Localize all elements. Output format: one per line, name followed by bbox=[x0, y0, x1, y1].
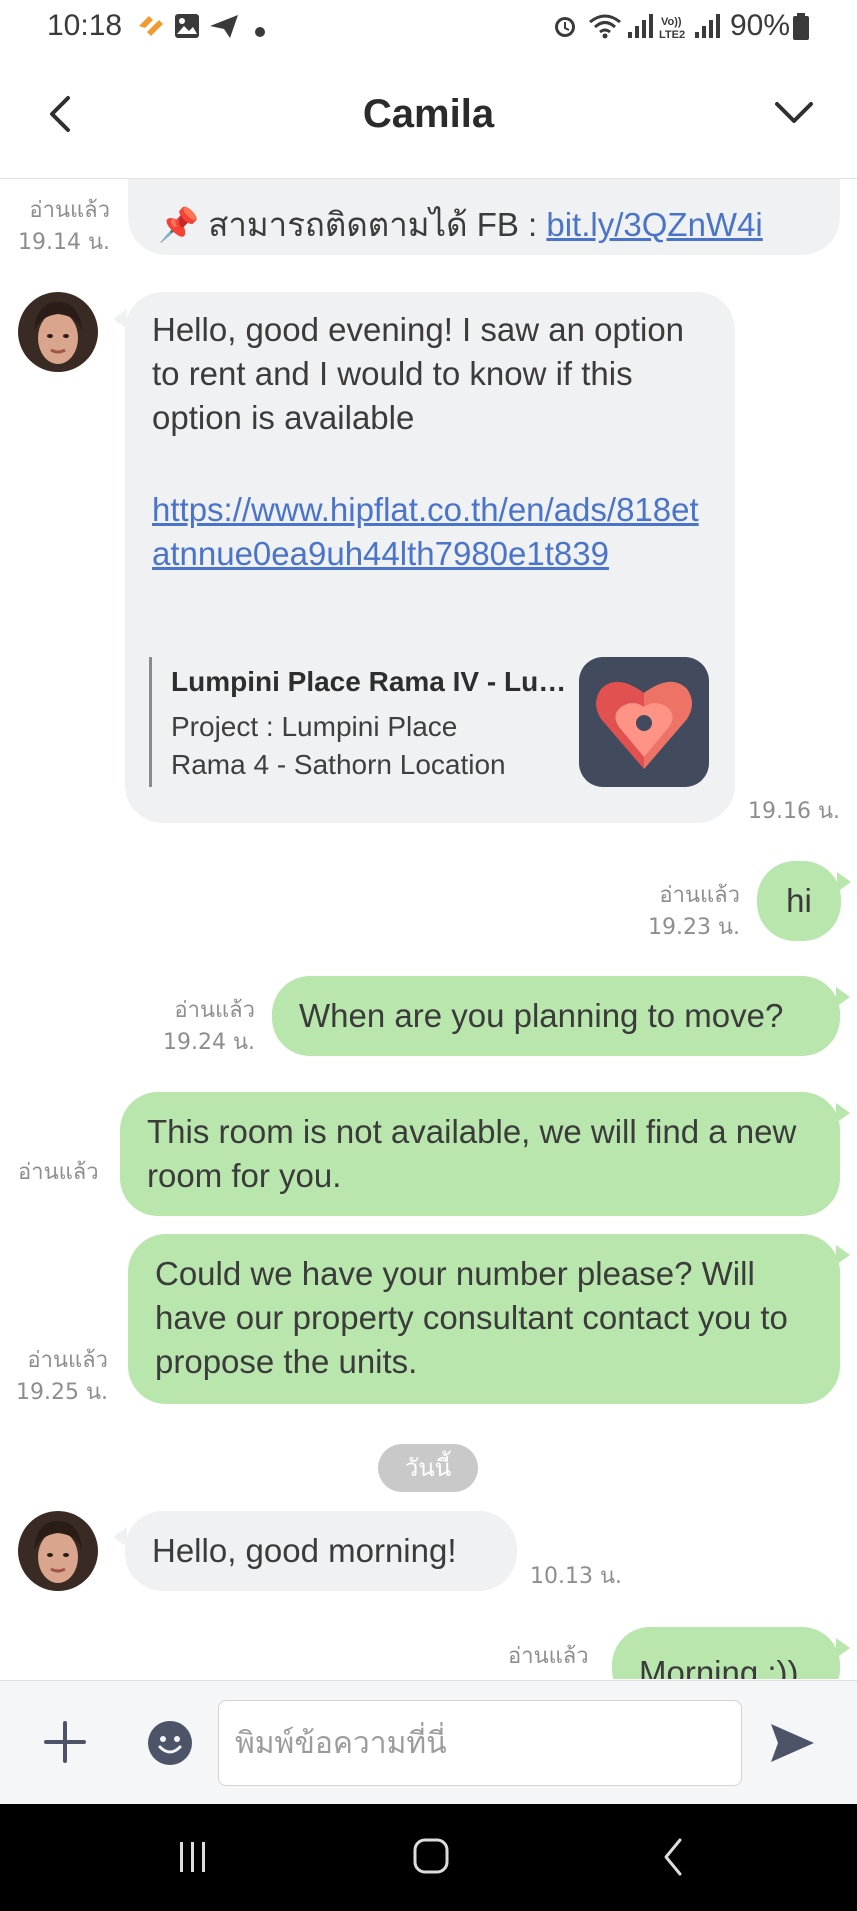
svg-text:LTE2: LTE2 bbox=[659, 29, 685, 40]
recents-icon bbox=[180, 1842, 205, 1872]
signal-2-icon bbox=[694, 12, 720, 44]
system-back-button[interactable] bbox=[644, 1832, 704, 1882]
message-text: hi bbox=[786, 882, 812, 919]
avatar[interactable] bbox=[18, 1511, 98, 1591]
wifi-icon bbox=[588, 12, 622, 44]
message-bubble[interactable]: Could we have your number please? Will h… bbox=[128, 1234, 840, 1404]
message-text: Could we have your number please? Will h… bbox=[155, 1255, 788, 1380]
read-receipt: อ่านแล้ว 19.23 น. bbox=[620, 880, 740, 944]
send-icon bbox=[771, 1724, 814, 1762]
preview-description: Project : Lumpini Place Rama 4 - Sathorn… bbox=[171, 711, 506, 780]
message-input[interactable] bbox=[218, 1700, 742, 1786]
bubble-tail bbox=[836, 1638, 850, 1658]
chat-header: Camila bbox=[0, 56, 857, 179]
message-bubble[interactable]: hi bbox=[757, 861, 841, 941]
message-bubble[interactable]: This room is not available, we will find… bbox=[120, 1092, 840, 1216]
battery-icon bbox=[792, 13, 810, 45]
emoji-button[interactable] bbox=[147, 1720, 193, 1766]
emoji-icon bbox=[148, 1721, 192, 1765]
chat-menu-button[interactable] bbox=[771, 92, 817, 136]
read-receipt: อ่านแล้ว 19.24 น. bbox=[140, 995, 255, 1059]
read-receipt: อ่านแล้ว 19.25 น. bbox=[0, 1345, 108, 1409]
svg-text:Vo)): Vo)) bbox=[661, 16, 682, 28]
chat-messages[interactable]: 📌 สามารถติดตามได้ FB : bit.ly/3QZnW4i อ่… bbox=[0, 179, 857, 1679]
plus-icon bbox=[44, 1721, 86, 1763]
status-bar: 10:18 Vo)) LTE2 90% bbox=[0, 0, 857, 56]
gallery-icon bbox=[173, 12, 201, 44]
bubble-tail bbox=[836, 987, 850, 1007]
message-text: Hello, good evening! I saw an option to … bbox=[152, 311, 685, 436]
message-time: 19.25 น. bbox=[15, 1380, 108, 1405]
alarm-icon bbox=[551, 12, 579, 44]
read-receipt: อ่านแล้ว bbox=[18, 1160, 99, 1185]
read-receipt: อ่านแล้ว 19.14 น. bbox=[0, 195, 110, 259]
preview-divider bbox=[149, 657, 152, 787]
message-time: 19.24 น. bbox=[162, 1030, 255, 1055]
chevron-down-icon bbox=[775, 102, 813, 123]
recents-button[interactable] bbox=[162, 1832, 222, 1882]
volte-icon: Vo)) LTE2 bbox=[659, 14, 691, 44]
back-arrow-icon bbox=[664, 1838, 682, 1876]
bubble-tail bbox=[836, 1103, 850, 1123]
dot-icon bbox=[255, 22, 265, 41]
message-link[interactable]: bit.ly/3QZnW4i bbox=[546, 206, 762, 243]
avatar[interactable] bbox=[18, 292, 98, 372]
battery-level: 90% bbox=[730, 9, 791, 42]
page-title: Camila bbox=[362, 92, 495, 136]
add-attachment-button[interactable] bbox=[44, 1721, 86, 1763]
message-text: This room is not available, we will find… bbox=[147, 1113, 797, 1194]
send-button[interactable] bbox=[768, 1721, 816, 1765]
message-time: 19.14 น. bbox=[17, 230, 110, 255]
send-status-icon bbox=[208, 12, 240, 44]
message-time: 10.13 น. bbox=[530, 1564, 623, 1589]
message-text: Hello, good morning! bbox=[152, 1532, 457, 1569]
map-pin-heart-icon bbox=[596, 681, 692, 769]
app-notification-icon bbox=[135, 12, 165, 44]
message-text: When are you planning to move? bbox=[299, 997, 784, 1034]
message-time: 19.16 น. bbox=[748, 799, 841, 824]
message-bubble[interactable]: Morning :)) bbox=[612, 1627, 840, 1679]
message-text: 📌 สามารถติดตามได้ FB : bbox=[158, 206, 547, 243]
message-bubble[interactable]: Hello, good morning! bbox=[125, 1511, 517, 1591]
message-bubble[interactable]: 📌 สามารถติดตามได้ FB : bit.ly/3QZnW4i bbox=[128, 179, 840, 255]
message-text: Morning :)) bbox=[639, 1654, 799, 1679]
message-time: 19.23 น. bbox=[647, 915, 740, 940]
read-receipt: อ่านแล้ว bbox=[508, 1644, 589, 1669]
signal-icon bbox=[627, 12, 653, 44]
message-link[interactable]: https://www.hipflat.co.th/en/ads/818etat… bbox=[152, 488, 712, 576]
bubble-tail bbox=[837, 872, 851, 892]
home-button[interactable] bbox=[401, 1832, 461, 1882]
status-time: 10:18 bbox=[47, 9, 123, 42]
message-bubble[interactable]: Hello, good evening! I saw an option to … bbox=[125, 292, 735, 823]
preview-thumbnail bbox=[579, 657, 709, 787]
date-separator: วันนี้ bbox=[378, 1444, 478, 1492]
message-input-bar bbox=[0, 1680, 857, 1804]
preview-title: Lumpini Place Rama IV - Lumpini Place Ra… bbox=[171, 666, 571, 697]
bubble-tail bbox=[836, 1245, 850, 1265]
home-icon bbox=[413, 1838, 449, 1874]
system-nav-bar bbox=[0, 1804, 857, 1911]
message-bubble[interactable]: When are you planning to move? bbox=[272, 976, 840, 1056]
